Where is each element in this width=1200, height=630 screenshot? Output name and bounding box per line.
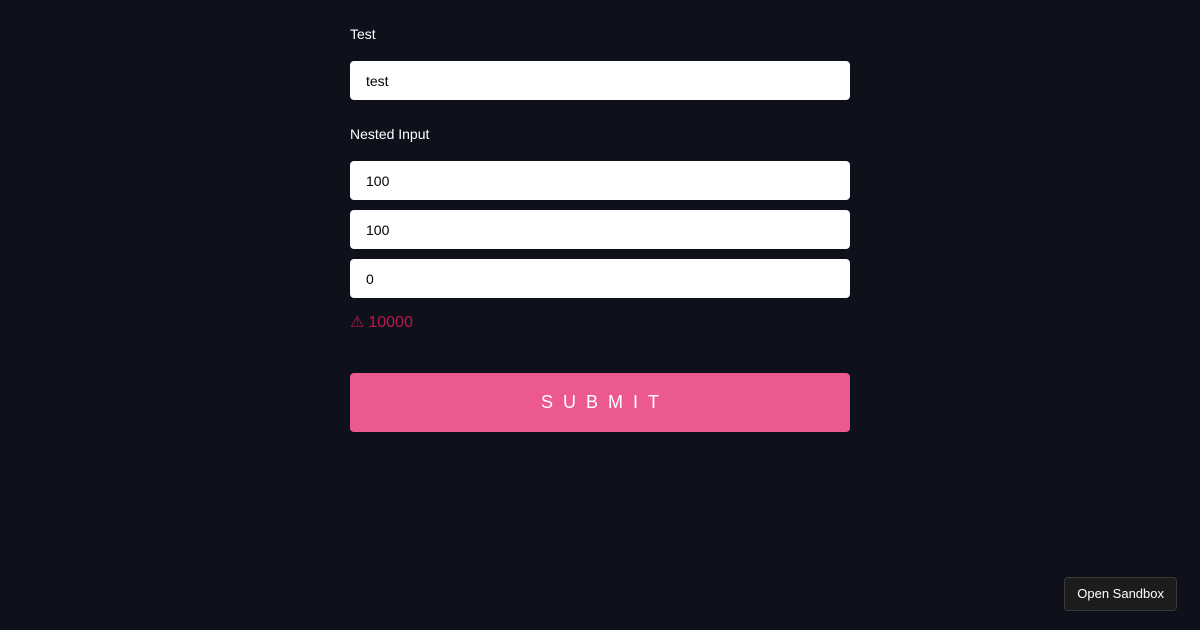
open-sandbox-button[interactable]: Open Sandbox <box>1064 577 1177 611</box>
warning-icon: ⚠ <box>350 314 365 331</box>
test-input[interactable] <box>350 61 850 100</box>
test-label: Test <box>350 26 376 42</box>
nested-input-2[interactable] <box>350 259 850 298</box>
error-message: ⚠ 10000 <box>350 314 413 332</box>
nested-input-0[interactable] <box>350 161 850 200</box>
error-text: 10000 <box>368 314 413 331</box>
nested-input-1[interactable] <box>350 210 850 249</box>
nested-input-label: Nested Input <box>350 126 430 142</box>
submit-button[interactable]: SUBMIT <box>350 373 850 432</box>
